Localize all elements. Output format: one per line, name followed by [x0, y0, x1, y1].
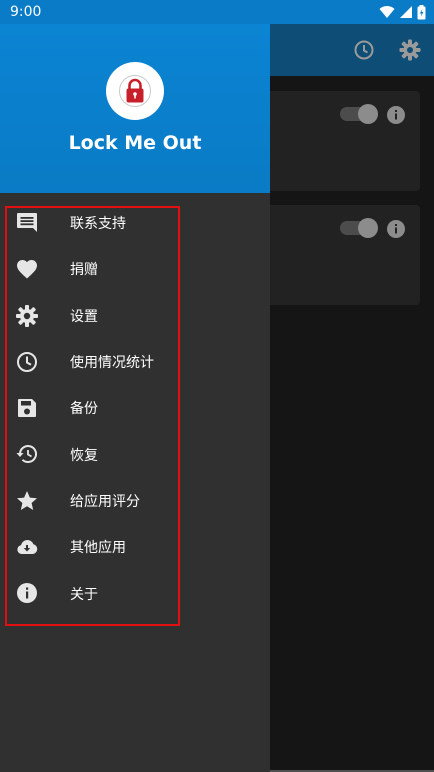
- status-icons: [379, 4, 426, 20]
- save-icon: [15, 396, 39, 420]
- info-icon[interactable]: [386, 219, 406, 239]
- gear-icon: [15, 304, 39, 328]
- star-icon: [15, 489, 39, 513]
- drawer-menu: 联系支持 捐赠 设置 使用情况统计 备份 恢复 给应用评分 其他应用 关于: [0, 200, 270, 617]
- menu-item-label: 恢复: [70, 447, 98, 464]
- card-toggle[interactable]: [340, 104, 378, 124]
- gear-icon[interactable]: [398, 38, 422, 62]
- menu-item-settings[interactable]: 设置: [0, 293, 270, 339]
- info-icon: [15, 581, 39, 605]
- menu-item-label: 给应用评分: [70, 493, 140, 510]
- app-title: Lock Me Out: [68, 132, 202, 154]
- menu-item-label: 设置: [70, 308, 98, 325]
- menu-item-contact-support[interactable]: 联系支持: [0, 200, 270, 246]
- menu-item-usage-stats[interactable]: 使用情况统计: [0, 339, 270, 385]
- status-bar: 9:00: [0, 0, 434, 24]
- heart-icon: [15, 257, 39, 281]
- lock-icon: [106, 62, 164, 120]
- clock-icon: [15, 350, 39, 374]
- cloud-download-icon: [15, 535, 39, 559]
- info-icon[interactable]: [386, 105, 406, 125]
- menu-item-rate-app[interactable]: 给应用评分: [0, 478, 270, 524]
- restore-icon: [15, 442, 39, 466]
- menu-item-about[interactable]: 关于: [0, 570, 270, 616]
- menu-item-other-apps[interactable]: 其他应用: [0, 524, 270, 570]
- menu-item-donate[interactable]: 捐赠: [0, 246, 270, 292]
- menu-item-label: 捐赠: [70, 262, 98, 279]
- drawer-header: Lock Me Out: [0, 24, 270, 193]
- wifi-icon: [379, 5, 395, 19]
- menu-item-label: 使用情况统计: [70, 355, 154, 372]
- history-icon[interactable]: [352, 38, 376, 62]
- status-time: 9:00: [10, 4, 42, 20]
- battery-icon: [417, 4, 426, 20]
- menu-item-backup[interactable]: 备份: [0, 385, 270, 431]
- menu-item-label: 关于: [70, 586, 98, 603]
- menu-item-label: 其他应用: [70, 540, 126, 557]
- menu-item-label: 备份: [70, 401, 98, 418]
- signal-icon: [399, 5, 413, 19]
- card-toggle[interactable]: [340, 218, 378, 238]
- message-icon: [15, 211, 39, 235]
- menu-item-label: 联系支持: [70, 216, 126, 233]
- navigation-drawer: Lock Me Out 联系支持 捐赠 设置 使用情况统计 备份 恢复 给应用评…: [0, 0, 270, 772]
- menu-item-restore[interactable]: 恢复: [0, 431, 270, 477]
